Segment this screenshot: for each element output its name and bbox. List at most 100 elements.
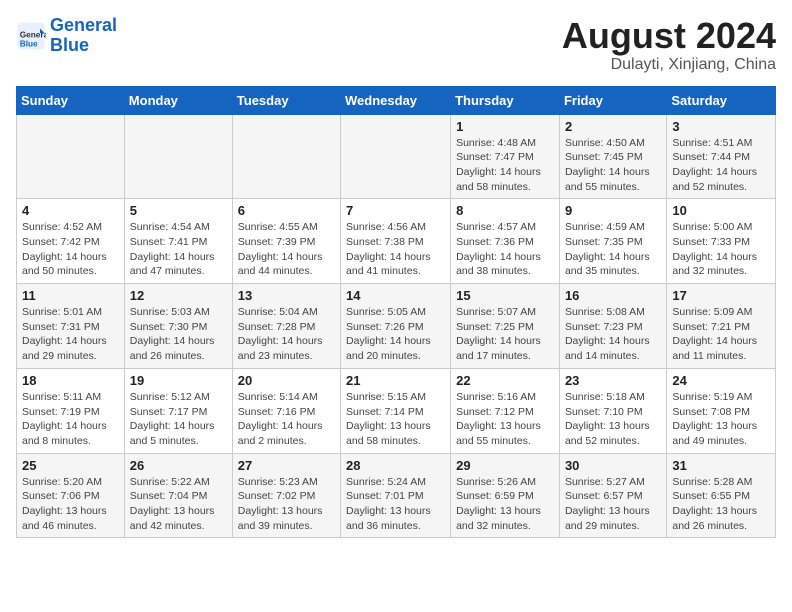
day-number: 30 bbox=[565, 458, 661, 473]
day-cell bbox=[124, 114, 232, 199]
day-number: 21 bbox=[346, 373, 445, 388]
days-header-row: SundayMondayTuesdayWednesdayThursdayFrid… bbox=[17, 86, 776, 114]
day-number: 8 bbox=[456, 203, 554, 218]
day-info: Sunrise: 5:28 AM Sunset: 6:55 PM Dayligh… bbox=[672, 475, 770, 534]
day-info: Sunrise: 5:20 AM Sunset: 7:06 PM Dayligh… bbox=[22, 475, 119, 534]
day-cell bbox=[232, 114, 340, 199]
day-cell: 1Sunrise: 4:48 AM Sunset: 7:47 PM Daylig… bbox=[451, 114, 560, 199]
day-cell: 25 Sunrise: 5:20 AM Sunset: 7:06 PM Dayli… bbox=[17, 453, 125, 538]
day-info: Sunrise: 4:52 AM Sunset: 7:42 PM Dayligh… bbox=[22, 220, 119, 279]
day-info: Sunrise: 5:01 AM Sunset: 7:31 PM Dayligh… bbox=[22, 305, 119, 364]
day-info: Sunrise: 5:12 AM Sunset: 7:17 PM Dayligh… bbox=[130, 390, 227, 449]
day-header-monday: Monday bbox=[124, 86, 232, 114]
day-info: Sunrise: 5:07 AM Sunset: 7:25 PM Dayligh… bbox=[456, 305, 554, 364]
logo-line1: General bbox=[50, 15, 117, 35]
day-header-tuesday: Tuesday bbox=[232, 86, 340, 114]
day-number: 3 bbox=[672, 119, 770, 134]
day-cell: 28 Sunrise: 5:24 AM Sunset: 7:01 PM Dayli… bbox=[341, 453, 451, 538]
day-cell: 14 Sunrise: 5:05 AM Sunset: 7:26 PM Dayli… bbox=[341, 284, 451, 369]
day-cell: 20 Sunrise: 5:14 AM Sunset: 7:16 PM Dayli… bbox=[232, 368, 340, 453]
logo-line2: Blue bbox=[50, 35, 89, 55]
day-header-wednesday: Wednesday bbox=[341, 86, 451, 114]
day-number: 28 bbox=[346, 458, 445, 473]
day-number: 20 bbox=[238, 373, 335, 388]
header: General Blue General Blue August 2024 Du… bbox=[16, 16, 776, 74]
day-number: 22 bbox=[456, 373, 554, 388]
day-cell: 26 Sunrise: 5:22 AM Sunset: 7:04 PM Dayli… bbox=[124, 453, 232, 538]
day-cell: 29 Sunrise: 5:26 AM Sunset: 6:59 PM Dayli… bbox=[451, 453, 560, 538]
day-info: Sunrise: 5:26 AM Sunset: 6:59 PM Dayligh… bbox=[456, 475, 554, 534]
day-info: Sunrise: 5:24 AM Sunset: 7:01 PM Dayligh… bbox=[346, 475, 445, 534]
month-year: August 2024 bbox=[562, 16, 776, 56]
day-number: 14 bbox=[346, 288, 445, 303]
day-info: Sunrise: 5:15 AM Sunset: 7:14 PM Dayligh… bbox=[346, 390, 445, 449]
day-cell: 2 Sunrise: 4:50 AM Sunset: 7:45 PM Daylig… bbox=[559, 114, 666, 199]
day-number: 7 bbox=[346, 203, 445, 218]
week-row-2: 4 Sunrise: 4:52 AM Sunset: 7:42 PM Daylig… bbox=[17, 199, 776, 284]
title-area: August 2024 Dulayti, Xinjiang, China bbox=[562, 16, 776, 74]
day-cell: 12Sunrise: 5:03 AM Sunset: 7:30 PM Dayli… bbox=[124, 284, 232, 369]
day-cell: 8Sunrise: 4:57 AM Sunset: 7:36 PM Daylig… bbox=[451, 199, 560, 284]
day-info: Sunrise: 5:11 AM Sunset: 7:19 PM Dayligh… bbox=[22, 390, 119, 449]
day-header-sunday: Sunday bbox=[17, 86, 125, 114]
day-cell: 18 Sunrise: 5:11 AM Sunset: 7:19 PM Dayli… bbox=[17, 368, 125, 453]
day-info: Sunrise: 5:16 AM Sunset: 7:12 PM Dayligh… bbox=[456, 390, 554, 449]
day-number: 26 bbox=[130, 458, 227, 473]
day-number: 25 bbox=[22, 458, 119, 473]
day-info: Sunrise: 5:00 AM Sunset: 7:33 PM Dayligh… bbox=[672, 220, 770, 279]
week-row-1: 1Sunrise: 4:48 AM Sunset: 7:47 PM Daylig… bbox=[17, 114, 776, 199]
logo: General Blue General Blue bbox=[16, 16, 117, 56]
day-info: Sunrise: 5:09 AM Sunset: 7:21 PM Dayligh… bbox=[672, 305, 770, 364]
week-row-4: 18 Sunrise: 5:11 AM Sunset: 7:19 PM Dayli… bbox=[17, 368, 776, 453]
day-number: 4 bbox=[22, 203, 119, 218]
logo-text: General Blue bbox=[50, 16, 117, 56]
day-cell: 31 Sunrise: 5:28 AM Sunset: 6:55 PM Dayli… bbox=[667, 453, 776, 538]
day-info: Sunrise: 5:08 AM Sunset: 7:23 PM Dayligh… bbox=[565, 305, 661, 364]
day-cell: 19 Sunrise: 5:12 AM Sunset: 7:17 PM Dayli… bbox=[124, 368, 232, 453]
day-info: Sunrise: 4:54 AM Sunset: 7:41 PM Dayligh… bbox=[130, 220, 227, 279]
day-info: Sunrise: 4:51 AM Sunset: 7:44 PM Dayligh… bbox=[672, 136, 770, 195]
day-number: 23 bbox=[565, 373, 661, 388]
day-cell: 24Sunrise: 5:19 AM Sunset: 7:08 PM Dayli… bbox=[667, 368, 776, 453]
day-info: Sunrise: 5:23 AM Sunset: 7:02 PM Dayligh… bbox=[238, 475, 335, 534]
day-cell: 23 Sunrise: 5:18 AM Sunset: 7:10 PM Dayli… bbox=[559, 368, 666, 453]
day-number: 16 bbox=[565, 288, 661, 303]
day-cell: 3 Sunrise: 4:51 AM Sunset: 7:44 PM Daylig… bbox=[667, 114, 776, 199]
calendar-table: SundayMondayTuesdayWednesdayThursdayFrid… bbox=[16, 86, 776, 539]
day-info: Sunrise: 4:55 AM Sunset: 7:39 PM Dayligh… bbox=[238, 220, 335, 279]
day-cell bbox=[341, 114, 451, 199]
day-cell bbox=[17, 114, 125, 199]
day-number: 2 bbox=[565, 119, 661, 134]
day-info: Sunrise: 5:27 AM Sunset: 6:57 PM Dayligh… bbox=[565, 475, 661, 534]
day-info: Sunrise: 5:14 AM Sunset: 7:16 PM Dayligh… bbox=[238, 390, 335, 449]
day-info: Sunrise: 5:03 AM Sunset: 7:30 PM Dayligh… bbox=[130, 305, 227, 364]
day-cell: 16 Sunrise: 5:08 AM Sunset: 7:23 PM Dayli… bbox=[559, 284, 666, 369]
day-cell: 17 Sunrise: 5:09 AM Sunset: 7:21 PM Dayli… bbox=[667, 284, 776, 369]
day-info: Sunrise: 5:05 AM Sunset: 7:26 PM Dayligh… bbox=[346, 305, 445, 364]
day-number: 9 bbox=[565, 203, 661, 218]
day-number: 18 bbox=[22, 373, 119, 388]
week-row-3: 11 Sunrise: 5:01 AM Sunset: 7:31 PM Dayli… bbox=[17, 284, 776, 369]
day-cell: 9Sunrise: 4:59 AM Sunset: 7:35 PM Daylig… bbox=[559, 199, 666, 284]
day-number: 5 bbox=[130, 203, 227, 218]
day-cell: 27Sunrise: 5:23 AM Sunset: 7:02 PM Dayli… bbox=[232, 453, 340, 538]
day-number: 17 bbox=[672, 288, 770, 303]
day-header-friday: Friday bbox=[559, 86, 666, 114]
location: Dulayti, Xinjiang, China bbox=[562, 56, 776, 74]
day-number: 15 bbox=[456, 288, 554, 303]
day-info: Sunrise: 5:18 AM Sunset: 7:10 PM Dayligh… bbox=[565, 390, 661, 449]
day-number: 31 bbox=[672, 458, 770, 473]
day-info: Sunrise: 4:50 AM Sunset: 7:45 PM Dayligh… bbox=[565, 136, 661, 195]
day-info: Sunrise: 5:22 AM Sunset: 7:04 PM Dayligh… bbox=[130, 475, 227, 534]
day-number: 11 bbox=[22, 288, 119, 303]
day-info: Sunrise: 5:19 AM Sunset: 7:08 PM Dayligh… bbox=[672, 390, 770, 449]
day-cell: 6Sunrise: 4:55 AM Sunset: 7:39 PM Daylig… bbox=[232, 199, 340, 284]
day-number: 19 bbox=[130, 373, 227, 388]
day-cell: 5 Sunrise: 4:54 AM Sunset: 7:41 PM Daylig… bbox=[124, 199, 232, 284]
day-number: 1 bbox=[456, 119, 554, 134]
day-number: 29 bbox=[456, 458, 554, 473]
day-info: Sunrise: 5:04 AM Sunset: 7:28 PM Dayligh… bbox=[238, 305, 335, 364]
day-number: 10 bbox=[672, 203, 770, 218]
logo-icon: General Blue bbox=[16, 21, 46, 51]
day-cell: 10 Sunrise: 5:00 AM Sunset: 7:33 PM Dayli… bbox=[667, 199, 776, 284]
